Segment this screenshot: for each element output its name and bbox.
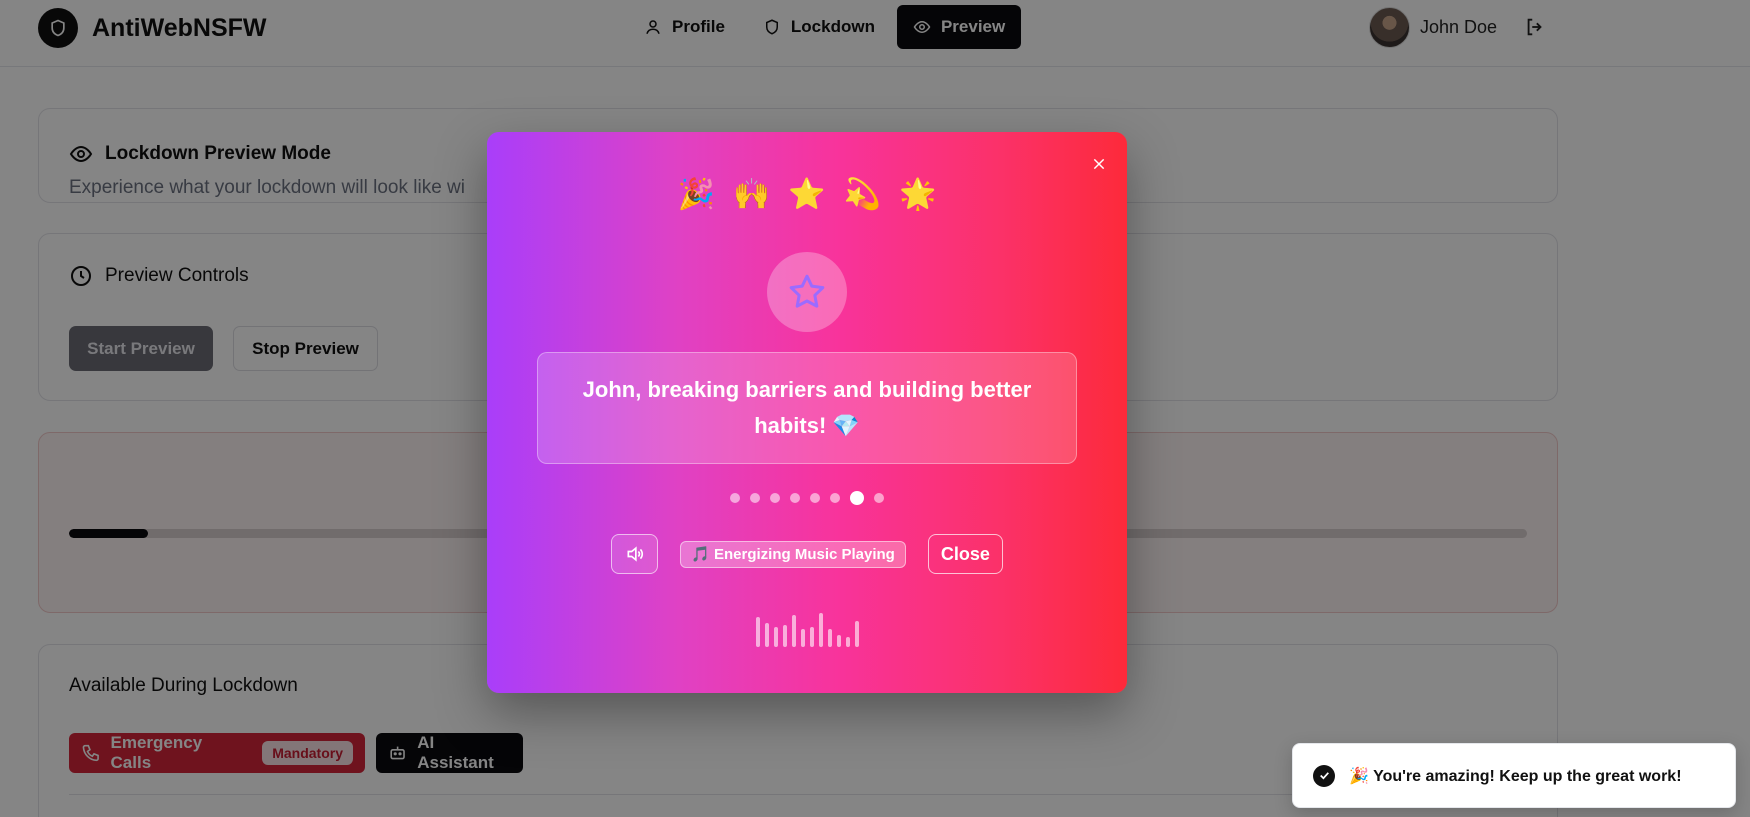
sound-toggle-button[interactable] bbox=[611, 534, 659, 574]
visualizer-bar bbox=[755, 617, 760, 647]
visualizer-bar bbox=[818, 613, 823, 647]
success-toast: 🎉 You're amazing! Keep up the great work… bbox=[1292, 743, 1736, 808]
carousel-dot[interactable] bbox=[750, 493, 760, 503]
celebration-modal: 🎉 🙌 ⭐ 💫 🌟 John, breaking barriers and bu… bbox=[487, 132, 1127, 693]
check-icon bbox=[1313, 764, 1335, 787]
carousel-dot[interactable] bbox=[874, 493, 884, 503]
visualizer-bar bbox=[764, 623, 769, 647]
close-button[interactable]: Close bbox=[927, 534, 1003, 574]
party-popper-emoji: 🎉 bbox=[677, 178, 715, 211]
carousel-dot[interactable] bbox=[830, 493, 840, 503]
visualizer-bar bbox=[845, 637, 850, 647]
carousel-dot[interactable] bbox=[770, 493, 780, 503]
visualizer-bar bbox=[782, 625, 787, 647]
motivational-message: John, breaking barriers and building bet… bbox=[537, 352, 1077, 464]
toast-text: 🎉 You're amazing! Keep up the great work… bbox=[1349, 767, 1682, 785]
carousel-dot[interactable] bbox=[810, 493, 820, 503]
carousel-dot[interactable] bbox=[790, 493, 800, 503]
volume-icon bbox=[627, 546, 643, 562]
music-status: 🎵 Energizing Music Playing bbox=[680, 540, 906, 568]
glowing-star-emoji: 🌟 bbox=[899, 178, 937, 211]
audio-visualizer bbox=[487, 607, 1127, 647]
visualizer-bar bbox=[827, 629, 832, 647]
star-emoji: ⭐ bbox=[788, 178, 826, 211]
dizzy-emoji: 💫 bbox=[843, 178, 882, 211]
close-icon[interactable] bbox=[1088, 153, 1110, 175]
raised-hands-emoji: 🙌 bbox=[732, 178, 771, 211]
message-text: John, breaking barriers and building bet… bbox=[582, 377, 1032, 438]
star-icon bbox=[789, 274, 825, 308]
carousel-dot[interactable] bbox=[850, 491, 864, 505]
carousel-dots bbox=[487, 491, 1127, 505]
emoji-row: 🎉 🙌 ⭐ 💫 🌟 bbox=[487, 177, 1127, 212]
visualizer-bar bbox=[809, 627, 814, 647]
visualizer-bar bbox=[836, 635, 841, 647]
visualizer-bar bbox=[800, 629, 805, 647]
visualizer-bar bbox=[773, 627, 778, 647]
modal-controls: 🎵 Energizing Music Playing Close bbox=[487, 534, 1127, 574]
carousel-dot[interactable] bbox=[730, 493, 740, 503]
visualizer-bar bbox=[791, 615, 796, 647]
music-status-label: 🎵 Energizing Music Playing bbox=[691, 546, 895, 563]
visualizer-bar bbox=[854, 621, 859, 647]
star-badge bbox=[767, 252, 847, 332]
